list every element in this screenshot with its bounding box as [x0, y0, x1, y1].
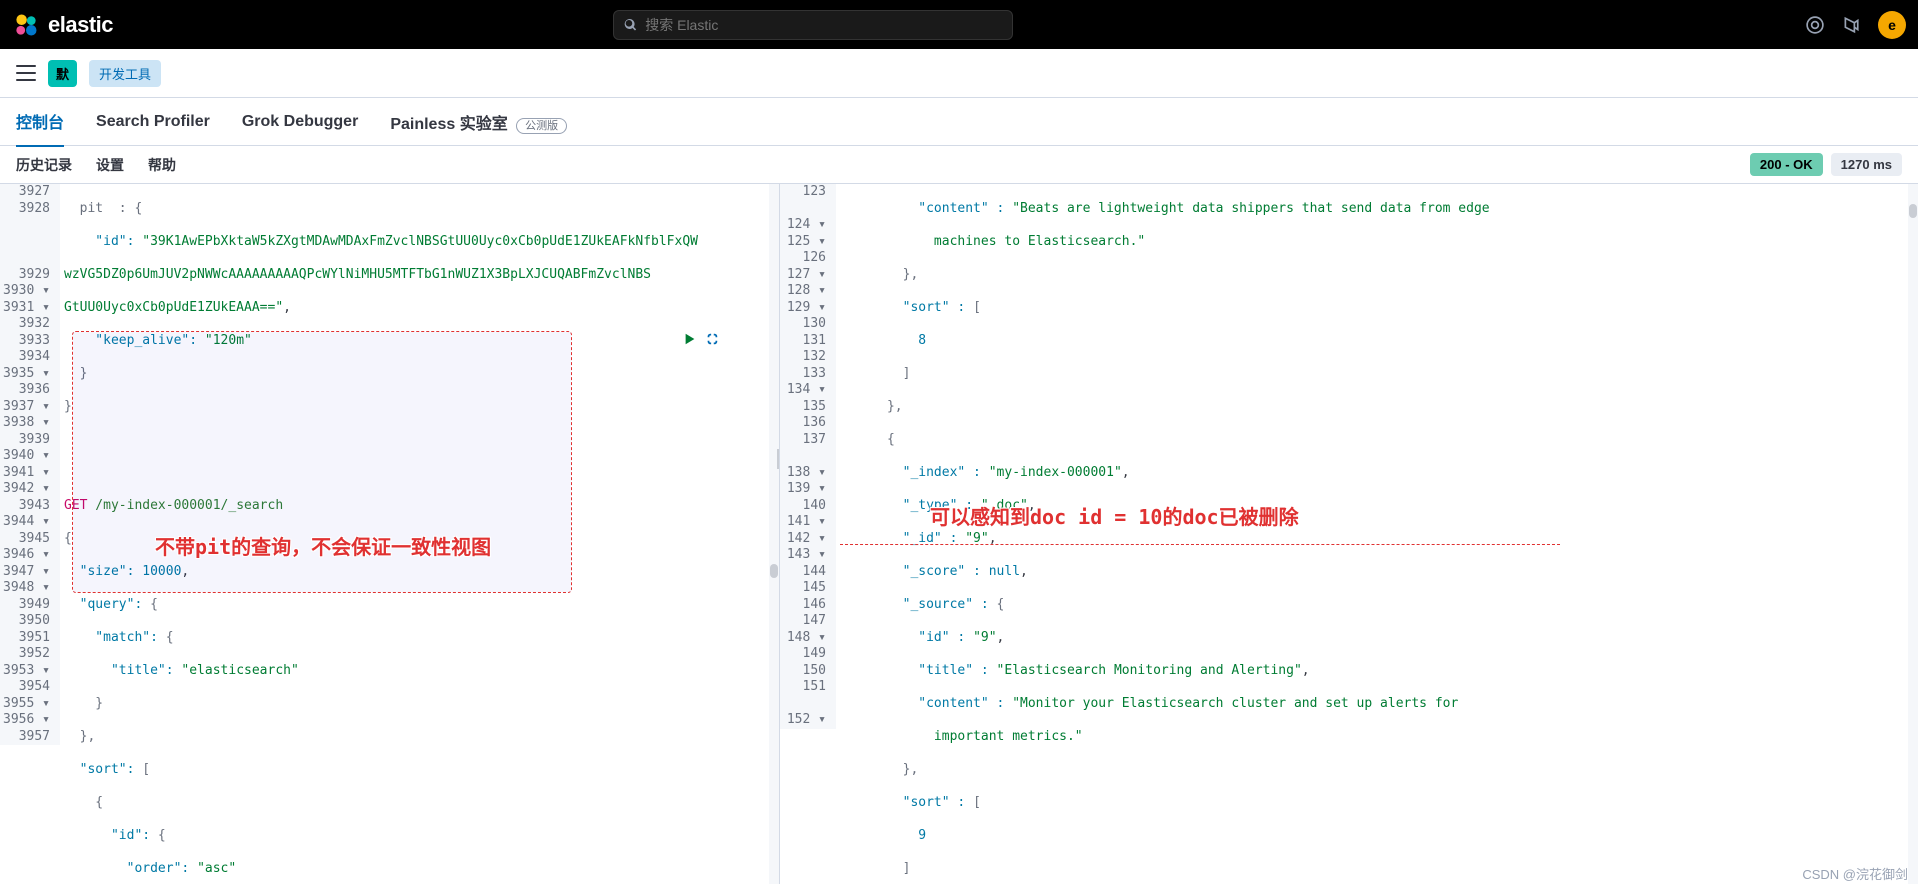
request-gutter: 3927392839293930 ▾3931 ▾3932393339343935… — [0, 184, 60, 745]
response-scrollbar[interactable] — [1908, 184, 1918, 884]
elastic-logo-icon — [12, 11, 40, 39]
response-code: "content" : "Beats are lightweight data … — [836, 184, 1918, 884]
tab-console[interactable]: 控制台 — [16, 97, 64, 147]
breadcrumb-devtools[interactable]: 开发工具 — [89, 60, 161, 87]
nav-toolbar: 默 开发工具 — [0, 49, 1918, 98]
header-actions: e — [1806, 11, 1906, 39]
request-editor[interactable]: 3927392839293930 ▾3931 ▾3932393339343935… — [0, 184, 780, 884]
response-status: 200 - OK — [1750, 153, 1823, 176]
console-split: 3927392839293930 ▾3931 ▾3932393339343935… — [0, 184, 1918, 884]
beta-badge: 公测版 — [516, 118, 567, 134]
request-scrollbar[interactable] — [769, 184, 779, 884]
help-icon[interactable] — [1806, 16, 1824, 34]
response-viewer[interactable]: 123124 ▾125 ▾126127 ▾128 ▾129 ▾130131132… — [780, 184, 1918, 884]
console-subtabs: 历史记录 设置 帮助 200 - OK 1270 ms — [0, 146, 1918, 184]
global-search[interactable] — [613, 10, 1013, 40]
devtools-tabs: 控制台 Search Profiler Grok Debugger Painle… — [0, 98, 1918, 146]
space-badge[interactable]: 默 — [48, 60, 77, 87]
subtab-help[interactable]: 帮助 — [148, 155, 176, 175]
annotation-divider — [840, 544, 1560, 545]
subtab-history[interactable]: 历史记录 — [16, 155, 72, 175]
brand-text: elastic — [48, 12, 113, 38]
response-time: 1270 ms — [1831, 153, 1902, 176]
tab-search-profiler[interactable]: Search Profiler — [96, 101, 210, 143]
brand-logo[interactable]: elastic — [12, 11, 113, 39]
tab-grok-debugger[interactable]: Grok Debugger — [242, 101, 358, 143]
user-avatar[interactable]: e — [1878, 11, 1906, 39]
request-code[interactable]: pit : { "id": "39K1AwEPbXktaW5kZXgtMDAwM… — [60, 184, 779, 884]
nav-menu-toggle[interactable] — [16, 65, 36, 81]
request-options-icon[interactable] — [705, 332, 719, 352]
subtab-settings[interactable]: 设置 — [96, 155, 124, 175]
tab-painless-lab[interactable]: Painless 实验室 公测版 — [390, 98, 567, 146]
run-request-icon[interactable] — [683, 332, 697, 352]
search-icon — [624, 18, 637, 32]
newsfeed-icon[interactable] — [1842, 16, 1860, 34]
request-actions — [683, 332, 719, 352]
global-search-input[interactable] — [645, 17, 1002, 33]
watermark: CSDN @浣花御剑 — [1802, 864, 1908, 883]
response-gutter: 123124 ▾125 ▾126127 ▾128 ▾129 ▾130131132… — [780, 184, 836, 729]
app-header: elastic e — [0, 0, 1918, 49]
